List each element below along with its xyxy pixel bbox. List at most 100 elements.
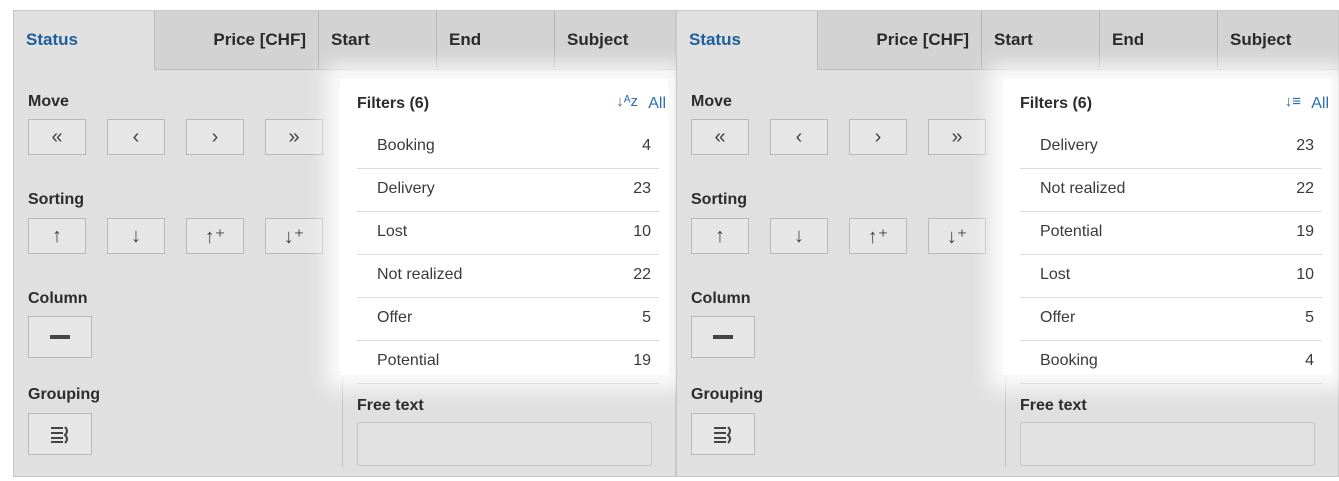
column-label: Column [28, 290, 88, 307]
filter-item[interactable]: Delivery 23 [1020, 126, 1322, 169]
sorting-label: Sorting [691, 191, 747, 208]
add-sort-ascending-button[interactable]: ↑⁺ [186, 218, 244, 254]
filter-item[interactable]: Potential 19 [357, 341, 659, 384]
column-header-status[interactable]: Status [677, 11, 818, 70]
move-right-button[interactable]: › [186, 119, 244, 155]
filter-item-count: 5 [1305, 309, 1314, 326]
double-chevron-left-icon: « [714, 125, 726, 148]
sort-ascending-button[interactable]: ↑ [691, 218, 749, 254]
column-header-price[interactable]: Price [CHF] [155, 11, 318, 69]
double-chevron-right-icon: » [951, 125, 963, 148]
filter-item-name: Lost [377, 223, 408, 240]
arrow-down-plus-icon: ↓⁺ [283, 225, 305, 248]
column-menu-panel-left: Status Price [CHF] Start End Subject Mov… [13, 10, 676, 477]
chevron-left-icon: ‹ [795, 125, 803, 148]
filter-item[interactable]: Offer 5 [357, 298, 659, 341]
filter-item-name: Potential [1040, 223, 1103, 240]
filter-item[interactable]: Lost 10 [357, 212, 659, 255]
filter-item-count: 19 [633, 352, 651, 369]
free-text-input[interactable] [357, 422, 652, 466]
filters-list: Filters (6) ↓ᴬᴢ All Booking 4 Delivery 23 … [340, 79, 668, 384]
arrow-up-plus-icon: ↑⁺ [867, 225, 889, 248]
filter-item-count: 10 [633, 223, 651, 240]
column-header-end[interactable]: End [436, 11, 554, 69]
free-text-label: Free text [357, 397, 424, 414]
move-label: Move [28, 93, 69, 110]
column-header-start[interactable]: Start [981, 11, 1099, 69]
move-left-button[interactable]: ‹ [107, 119, 165, 155]
filter-item-count: 23 [1296, 137, 1314, 154]
arrow-down-plus-icon: ↓⁺ [946, 225, 968, 248]
filter-item-name: Offer [377, 309, 413, 326]
column-header-subject[interactable]: Subject [1217, 11, 1339, 69]
column-header-status[interactable]: Status [14, 11, 155, 70]
filter-item-count: 10 [1296, 266, 1314, 283]
sort-alpha-icon[interactable]: ↓ᴬᴢ [616, 93, 638, 110]
free-text-input[interactable] [1020, 422, 1315, 466]
sort-count-icon[interactable]: ↓≡ [1285, 93, 1301, 110]
arrow-up-plus-icon: ↑⁺ [204, 225, 226, 248]
remove-column-button[interactable] [691, 316, 755, 358]
move-first-button[interactable]: « [691, 119, 749, 155]
filter-item[interactable]: Delivery 23 [357, 169, 659, 212]
add-sort-descending-button[interactable]: ↓⁺ [928, 218, 986, 254]
filter-item-count: 22 [1296, 180, 1314, 197]
move-left-button[interactable]: ‹ [770, 119, 828, 155]
filter-item-name: Potential [377, 352, 440, 369]
column-menu-panel-right: Status Price [CHF] Start End Subject Mov… [676, 10, 1339, 477]
column-header-start[interactable]: Start [318, 11, 436, 69]
filter-item-count: 19 [1296, 223, 1314, 240]
filter-item[interactable]: Not realized 22 [357, 255, 659, 298]
filter-item-name: Not realized [1040, 180, 1126, 197]
filter-item-count: 4 [642, 137, 651, 154]
sorting-label: Sorting [28, 191, 84, 208]
filter-item[interactable]: Potential 19 [1020, 212, 1322, 255]
arrow-down-icon: ↓ [794, 224, 804, 247]
double-chevron-right-icon: » [288, 125, 300, 148]
column-header-end[interactable]: End [1099, 11, 1217, 69]
minus-icon [50, 335, 70, 339]
filter-item[interactable]: Offer 5 [1020, 298, 1322, 341]
move-last-button[interactable]: » [928, 119, 986, 155]
filter-item-count: 22 [633, 266, 651, 283]
move-first-button[interactable]: « [28, 119, 86, 155]
filter-item-count: 4 [1305, 352, 1314, 369]
add-sort-ascending-button[interactable]: ↑⁺ [849, 218, 907, 254]
filter-item[interactable]: Booking 4 [357, 126, 659, 169]
filter-item-name: Delivery [1040, 137, 1098, 154]
filter-item-name: Booking [1040, 352, 1098, 369]
filters-all-link[interactable]: All [648, 95, 666, 113]
filter-item-name: Not realized [377, 266, 463, 283]
filters-all-link[interactable]: All [1311, 95, 1329, 113]
filter-item[interactable]: Lost 10 [1020, 255, 1322, 298]
column-label: Column [691, 290, 751, 307]
sort-descending-button[interactable]: ↓ [770, 218, 828, 254]
filter-item-count: 23 [633, 180, 651, 197]
chevron-right-icon: › [874, 125, 882, 148]
filter-item-name: Offer [1040, 309, 1076, 326]
filter-item[interactable]: Not realized 22 [1020, 169, 1322, 212]
remove-column-button[interactable] [28, 316, 92, 358]
move-last-button[interactable]: » [265, 119, 323, 155]
grouping-label: Grouping [691, 386, 763, 403]
arrow-down-icon: ↓ [131, 224, 141, 247]
sort-descending-button[interactable]: ↓ [107, 218, 165, 254]
group-lines-icon [51, 426, 68, 444]
column-header-bar: Status Price [CHF] Start End Subject [677, 11, 1338, 70]
move-right-button[interactable]: › [849, 119, 907, 155]
sort-ascending-button[interactable]: ↑ [28, 218, 86, 254]
group-button[interactable] [691, 413, 755, 455]
filter-item-name: Lost [1040, 266, 1071, 283]
column-header-price[interactable]: Price [CHF] [818, 11, 981, 69]
arrow-up-icon: ↑ [52, 224, 62, 247]
column-header-bar: Status Price [CHF] Start End Subject [14, 11, 675, 70]
filter-item[interactable]: Booking 4 [1020, 341, 1322, 384]
minus-icon [713, 335, 733, 339]
double-chevron-left-icon: « [51, 125, 63, 148]
filter-item-name: Booking [377, 137, 435, 154]
filter-item-count: 5 [642, 309, 651, 326]
column-header-subject[interactable]: Subject [554, 11, 677, 69]
add-sort-descending-button[interactable]: ↓⁺ [265, 218, 323, 254]
group-button[interactable] [28, 413, 92, 455]
group-lines-icon [714, 426, 731, 444]
